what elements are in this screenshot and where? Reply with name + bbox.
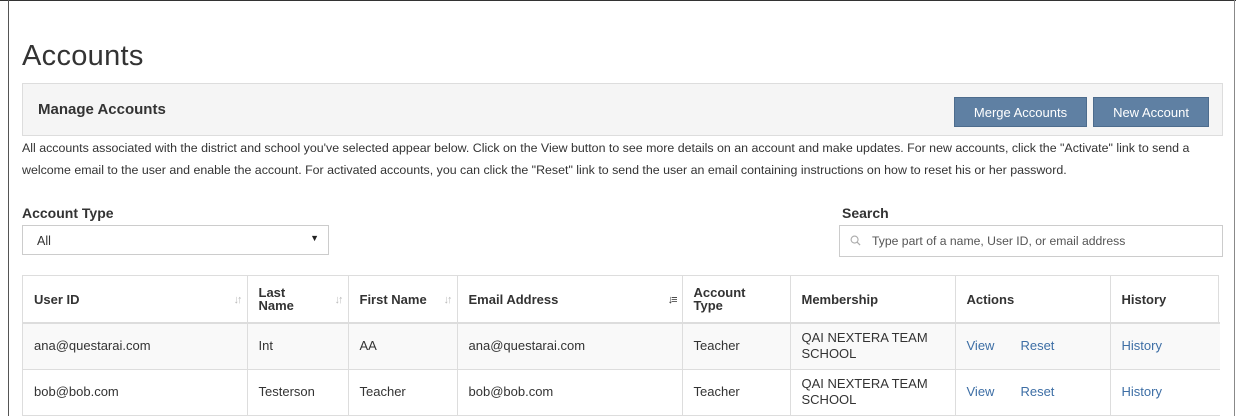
page-title: Accounts — [22, 40, 144, 72]
search-input[interactable] — [870, 229, 1215, 253]
search-icon — [850, 235, 861, 246]
accounts-table: User ID ↓↑ Last Name ↓↑ First Name ↓↑ Email… — [22, 275, 1220, 416]
account-type-select[interactable]: All ▼ — [22, 225, 329, 255]
window-frame-left — [8, 0, 9, 416]
history-link[interactable]: History — [1122, 384, 1162, 399]
cell-first-name: AA — [348, 323, 458, 370]
caret-down-icon: ▼ — [310, 233, 319, 243]
search-box — [839, 225, 1223, 257]
merge-accounts-button[interactable]: Merge Accounts — [954, 97, 1087, 127]
cell-first-name: Teacher — [348, 369, 458, 416]
table-row: ana@questarai.com Int AA ana@questarai.c… — [23, 323, 1220, 370]
cell-account-type: Teacher — [682, 323, 791, 370]
window-frame-right — [1234, 0, 1235, 416]
new-account-button[interactable]: New Account — [1093, 97, 1209, 127]
column-header-account-type: Account Type — [682, 276, 791, 324]
history-link[interactable]: History — [1122, 338, 1162, 353]
cell-email: bob@bob.com — [457, 369, 683, 416]
cell-membership: QAI NEXTERA TEAM SCHOOL — [790, 369, 956, 416]
window-frame-top — [0, 0, 1236, 1]
column-header-last-name[interactable]: Last Name ↓↑ — [247, 276, 349, 324]
column-header-user-id[interactable]: User ID ↓↑ — [23, 276, 248, 324]
column-header-actions: Actions — [955, 276, 1111, 324]
table-row: bob@bob.com Testerson Teacher bob@bob.co… — [23, 369, 1220, 416]
cell-actions: View Reset — [955, 369, 1111, 416]
cell-actions: View Reset — [955, 323, 1111, 370]
view-link[interactable]: View — [967, 384, 995, 399]
sort-active-icon[interactable]: ↓≡ — [668, 294, 678, 307]
cell-user-id: ana@questarai.com — [23, 323, 248, 370]
sort-icon[interactable]: ↓↑ — [335, 294, 344, 307]
view-link[interactable]: View — [967, 338, 995, 353]
sort-icon[interactable]: ↓↑ — [234, 294, 243, 307]
search-label: Search — [842, 205, 889, 221]
cell-history: History — [1110, 369, 1220, 416]
cell-account-type: Teacher — [682, 369, 791, 416]
account-type-value: All — [37, 234, 51, 248]
reset-link[interactable]: Reset — [1020, 384, 1054, 399]
sort-icon[interactable]: ↓↑ — [444, 294, 453, 307]
column-header-email[interactable]: Email Address ↓≡ — [457, 276, 683, 324]
accounts-description: All accounts associated with the distric… — [22, 141, 1190, 177]
cell-last-name: Int — [247, 323, 349, 370]
cell-user-id: bob@bob.com — [23, 369, 248, 416]
cell-history: History — [1110, 323, 1220, 370]
manage-accounts-panel: Manage Accounts Merge Accounts New Accou… — [22, 83, 1223, 136]
cell-last-name: Testerson — [247, 369, 349, 416]
panel-title: Manage Accounts — [38, 101, 166, 118]
table-header-row: User ID ↓↑ Last Name ↓↑ First Name ↓↑ Email… — [23, 276, 1220, 324]
account-type-label: Account Type — [22, 205, 114, 221]
column-header-history: History — [1110, 276, 1220, 324]
cell-email: ana@questarai.com — [457, 323, 683, 370]
column-header-membership: Membership — [790, 276, 956, 324]
reset-link[interactable]: Reset — [1020, 338, 1054, 353]
column-header-first-name[interactable]: First Name ↓↑ — [348, 276, 458, 324]
cell-membership: QAI NEXTERA TEAM SCHOOL — [790, 323, 956, 370]
